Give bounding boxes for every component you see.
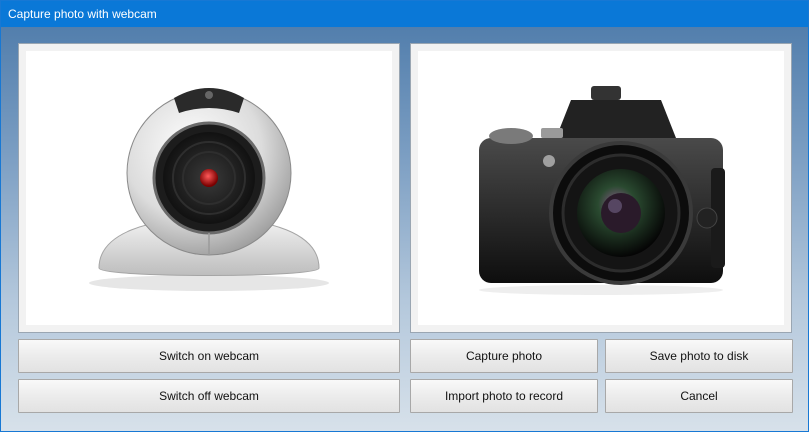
capture-dialog-window: Capture photo with webcam Switch on webc…	[0, 0, 809, 432]
import-photo-button[interactable]: Import photo to record	[410, 379, 598, 413]
title-bar: Capture photo with webcam	[1, 1, 808, 27]
webcam-preview-panel	[18, 43, 400, 333]
camera-icon	[479, 86, 725, 295]
capture-photo-label: Capture photo	[465, 349, 543, 363]
switch-on-webcam-label: Switch on webcam	[158, 349, 260, 363]
switch-off-webcam-button[interactable]: Switch off webcam	[18, 379, 400, 413]
save-photo-button[interactable]: Save photo to disk	[605, 339, 793, 373]
save-photo-label: Save photo to disk	[649, 349, 749, 363]
webcam-preview-area	[26, 51, 392, 325]
cancel-label: Cancel	[680, 389, 718, 403]
cancel-button[interactable]: Cancel	[605, 379, 793, 413]
window-title: Capture photo with webcam	[8, 7, 157, 21]
photo-preview-panel	[410, 43, 792, 333]
switch-off-webcam-label: Switch off webcam	[159, 389, 259, 403]
switch-on-webcam-button[interactable]: Switch on webcam	[18, 339, 400, 373]
import-photo-label: Import photo to record	[444, 389, 564, 403]
photo-preview-area	[418, 51, 784, 325]
capture-photo-button[interactable]: Capture photo	[410, 339, 598, 373]
webcam-icon	[89, 88, 329, 291]
